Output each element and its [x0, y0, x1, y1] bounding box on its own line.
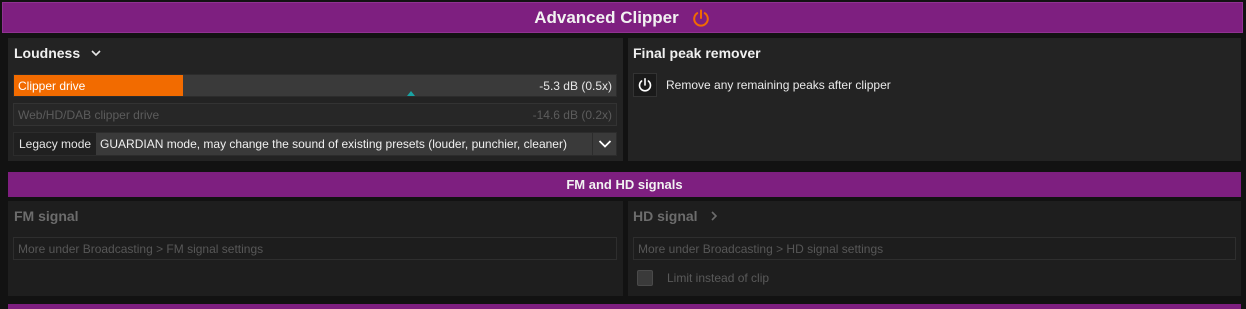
hd-signal-info: More under Broadcasting > HD signal sett…	[633, 237, 1236, 260]
web-clipper-drive-value: -14.6 dB (0.2x)	[532, 108, 612, 122]
chevron-right-icon[interactable]	[708, 210, 720, 222]
hd-signal-header[interactable]: HD signal	[633, 208, 720, 224]
advanced-clipper-header: Advanced Clipper	[2, 2, 1243, 33]
fm-hd-section-header: FM and HD signals	[8, 172, 1241, 197]
clipper-drive-value: -5.3 dB (0.5x)	[539, 79, 612, 93]
limit-checkbox-label: Limit instead of clip	[667, 271, 770, 285]
legacy-mode-value: GUARDIAN mode, may change the sound of e…	[100, 137, 567, 151]
legacy-mode-label: Legacy mode	[14, 133, 97, 155]
clipper-drive-marker	[407, 91, 416, 96]
section-title: FM and HD signals	[566, 177, 683, 192]
chevron-down-icon[interactable]	[90, 47, 102, 59]
page-title: Advanced Clipper	[534, 7, 679, 27]
loudness-header[interactable]: Loudness	[14, 45, 102, 61]
final-peak-toggle[interactable]: Remove any remaining peaks after clipper	[633, 73, 891, 97]
final-peak-toggle-label: Remove any remaining peaks after clipper	[666, 78, 891, 92]
next-section-bar	[8, 304, 1241, 309]
power-icon[interactable]	[691, 8, 711, 28]
web-clipper-drive-label: Web/HD/DAB clipper drive	[18, 108, 160, 122]
final-peak-title: Final peak remover	[633, 45, 761, 61]
web-clipper-drive-slider[interactable]: Web/HD/DAB clipper drive -14.6 dB (0.2x)	[13, 103, 617, 126]
hd-signal-title: HD signal	[633, 208, 698, 224]
power-icon[interactable]	[633, 73, 657, 97]
fm-signal-title: FM signal	[14, 208, 79, 224]
clipper-drive-label: Clipper drive	[18, 79, 86, 93]
clipper-drive-slider[interactable]: Clipper drive -5.3 dB (0.5x)	[13, 74, 617, 97]
limit-instead-of-clip[interactable]: Limit instead of clip	[637, 270, 769, 286]
legacy-mode-select[interactable]: Legacy mode GUARDIAN mode, may change th…	[13, 132, 617, 156]
chevron-down-icon[interactable]	[592, 133, 616, 155]
limit-checkbox[interactable]	[637, 270, 653, 286]
loudness-title: Loudness	[14, 45, 81, 61]
fm-signal-info: More under Broadcasting > FM signal sett…	[13, 237, 617, 260]
